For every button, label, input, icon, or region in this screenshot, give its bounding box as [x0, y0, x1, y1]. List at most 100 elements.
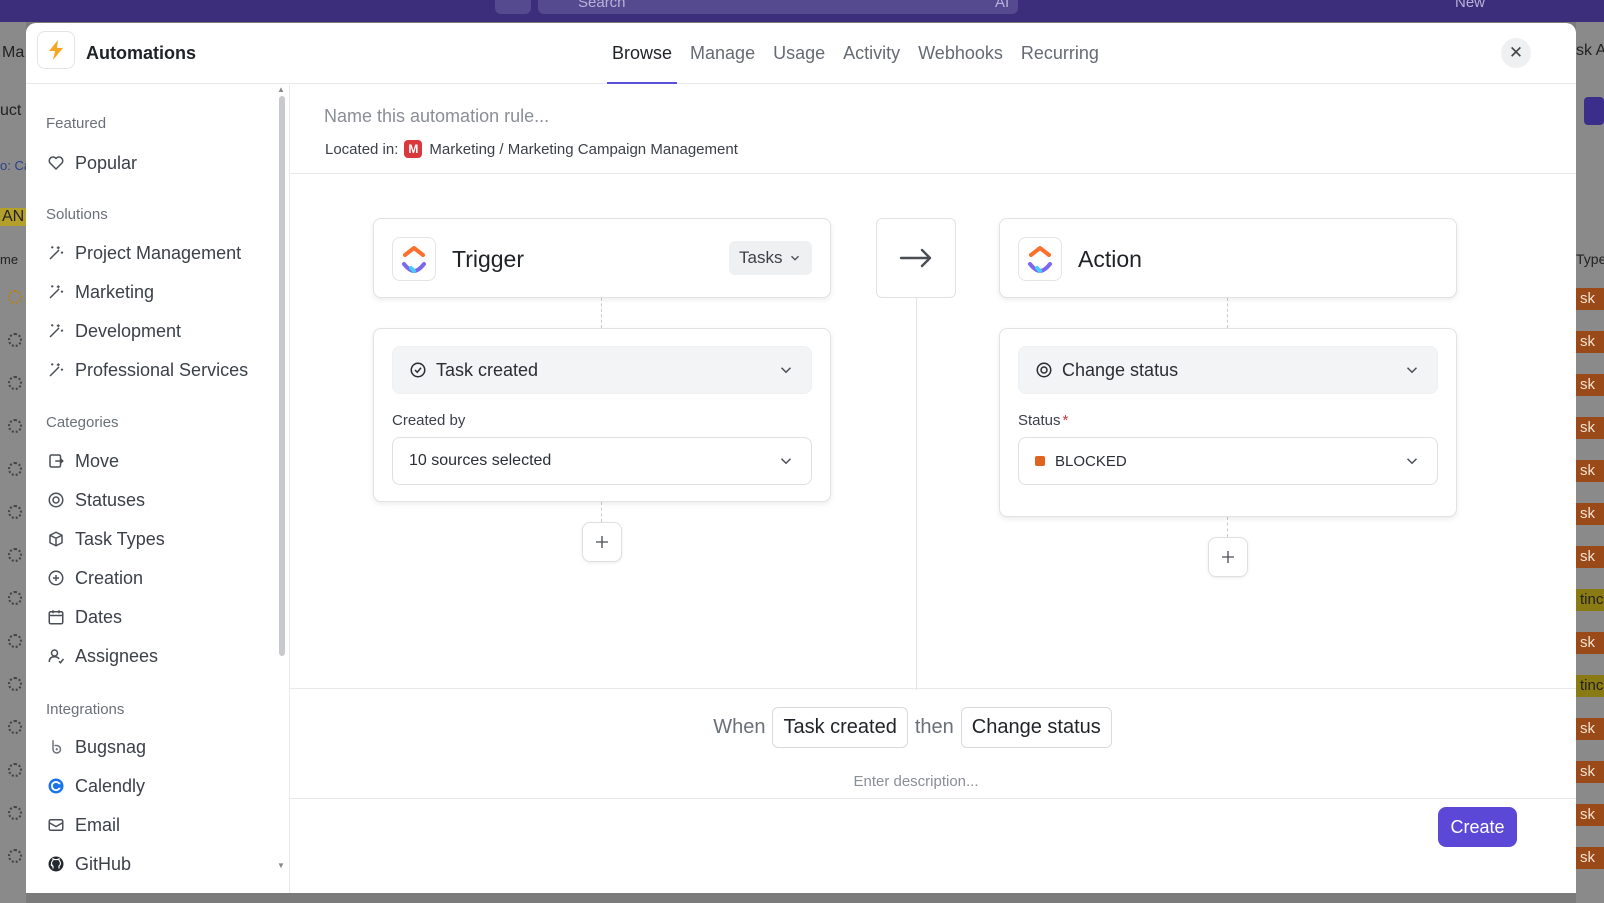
- tab-activity[interactable]: Activity: [834, 23, 909, 84]
- app-search-text: Search: [578, 0, 626, 11]
- sidebar-scroll-thumb[interactable]: [279, 96, 285, 656]
- sidebar-item-statuses[interactable]: Statuses: [46, 485, 145, 515]
- sidebar-item-marketing[interactable]: Marketing: [46, 277, 154, 307]
- bg-type-tag: sk: [1576, 761, 1604, 783]
- summary-sentence: When Task created then Change status: [290, 707, 1542, 748]
- sidebar-item-move[interactable]: Move: [46, 446, 119, 476]
- sidebar-item-email[interactable]: Email: [46, 810, 120, 840]
- description-input[interactable]: Enter description...: [290, 773, 1542, 790]
- scroll-down-arrow-icon[interactable]: ▼: [277, 861, 285, 870]
- rule-summary: When Task created then Change status Ent…: [290, 689, 1576, 799]
- chevron-down-icon: [1406, 367, 1418, 374]
- calendly-icon: [46, 776, 66, 796]
- lightning-icon: [49, 40, 63, 60]
- scroll-up-arrow-icon[interactable]: ▲: [277, 85, 285, 94]
- add-action-button[interactable]: [1208, 537, 1248, 577]
- magic-wand-icon: [46, 282, 66, 302]
- bg-text: Type: [1576, 251, 1604, 267]
- close-button[interactable]: ✕: [1501, 38, 1531, 68]
- modal-title: Automations: [86, 43, 196, 63]
- chevron-down-icon: [1406, 458, 1418, 465]
- center-divider: [916, 298, 917, 690]
- trigger-connector: [601, 298, 602, 328]
- location-path[interactable]: Marketing / Marketing Campaign Managemen…: [429, 141, 737, 158]
- bg-status-circle: [8, 290, 22, 304]
- bg-status-circle: [8, 419, 22, 433]
- location-line: Located in: M Marketing / Marketing Camp…: [325, 140, 738, 158]
- sidebar-item-label: GitHub: [75, 853, 132, 874]
- sidebar-item-label: Statuses: [75, 489, 146, 510]
- sidebar-item-bugsnag[interactable]: Bugsnag: [46, 732, 146, 762]
- sidebar-item-label: Bugsnag: [75, 736, 147, 757]
- clickup-logo-icon: [392, 237, 436, 281]
- trigger-scope-dropdown[interactable]: Tasks: [729, 241, 813, 275]
- space-avatar: M: [404, 140, 423, 158]
- sidebar-item-assignees[interactable]: Assignees: [46, 641, 158, 671]
- arrow-right-icon: [899, 248, 932, 268]
- sidebar-item-label: Creation: [75, 567, 144, 588]
- github-icon: [46, 854, 66, 874]
- sidebar-item-creation[interactable]: Creation: [46, 563, 143, 593]
- automations-modal: Automations Browse Manage Usage Activity…: [26, 23, 1576, 893]
- move-icon: [46, 451, 66, 471]
- app-ai-text: AI: [995, 0, 1010, 11]
- tab-usage[interactable]: Usage: [764, 23, 834, 84]
- add-trigger-condition-button[interactable]: [582, 522, 622, 562]
- action-title: Action: [1078, 246, 1142, 272]
- trigger-event-label: Task created: [436, 359, 539, 380]
- tab-browse[interactable]: Browse: [603, 23, 681, 84]
- bg-text: AN: [0, 208, 26, 226]
- close-icon: ✕: [1508, 43, 1524, 62]
- sidebar-item-label: Development: [75, 320, 182, 341]
- status-color-square: [1035, 456, 1045, 466]
- sidebar-item-label: Project Management: [75, 242, 242, 263]
- trigger-header-card: Trigger Tasks: [373, 218, 831, 298]
- sidebar-item-label: Move: [75, 450, 120, 471]
- tab-webhooks[interactable]: Webhooks: [909, 23, 1012, 84]
- trigger-event-select[interactable]: Task created: [392, 346, 812, 394]
- bg-type-tag: sk: [1576, 804, 1604, 826]
- action-connector: [1227, 298, 1228, 328]
- action-body-card: Change status Status * BLOCKED: [999, 328, 1457, 517]
- cube-icon: [46, 529, 66, 549]
- sidebar-item-project-management[interactable]: Project Management: [46, 238, 241, 268]
- bg-status-circle: [8, 376, 22, 390]
- action-event-select[interactable]: Change status: [1018, 346, 1438, 394]
- sidebar-item-label: Assignees: [75, 645, 159, 666]
- sidebar-item-dates[interactable]: Dates: [46, 602, 122, 632]
- sidebar-item-task-types[interactable]: Task Types: [46, 524, 165, 554]
- bg-text: o: Ca: [0, 158, 26, 173]
- section-solutions: Solutions: [46, 206, 108, 223]
- located-label: Located in:: [325, 140, 399, 158]
- summary-trigger-chip[interactable]: Task created: [772, 707, 908, 748]
- sidebar-item-github[interactable]: GitHub: [46, 849, 131, 879]
- sidebar-item-popular[interactable]: Popular: [46, 148, 137, 178]
- bg-status-circle: [8, 806, 22, 820]
- plus-icon: [596, 536, 608, 548]
- summary-when: When: [713, 716, 766, 738]
- status-select[interactable]: BLOCKED: [1018, 437, 1438, 485]
- sidebar-item-label: Dates: [75, 606, 123, 627]
- tab-manage[interactable]: Manage: [681, 23, 764, 84]
- summary-action-chip[interactable]: Change status: [960, 707, 1112, 748]
- status-icon: [1036, 362, 1052, 378]
- create-button[interactable]: Create: [1438, 807, 1517, 847]
- automation-builder: Located in: M Marketing / Marketing Camp…: [290, 85, 1576, 893]
- bg-status-circle: [8, 634, 22, 648]
- bg-status-circle: [8, 677, 22, 691]
- status-label-text: Status: [1018, 412, 1061, 429]
- bg-type-tag: sk: [1576, 503, 1604, 525]
- tab-recurring[interactable]: Recurring: [1012, 23, 1108, 84]
- email-icon: [46, 815, 66, 835]
- sidebar-item-label: Calendly: [75, 775, 146, 796]
- rule-name-input[interactable]: [324, 103, 924, 129]
- sidebar-item-professional-services[interactable]: Professional Services: [46, 355, 248, 385]
- sidebar-item-development[interactable]: Development: [46, 316, 181, 346]
- sidebar-item-calendly[interactable]: Calendly: [46, 771, 145, 801]
- assignees-icon: [46, 646, 66, 666]
- check-circle-icon: [410, 362, 426, 378]
- section-featured: Featured: [46, 115, 107, 132]
- bg-status-circle: [8, 591, 22, 605]
- bg-status-circle: [8, 548, 22, 562]
- created-by-select[interactable]: 10 sources selected: [392, 437, 812, 485]
